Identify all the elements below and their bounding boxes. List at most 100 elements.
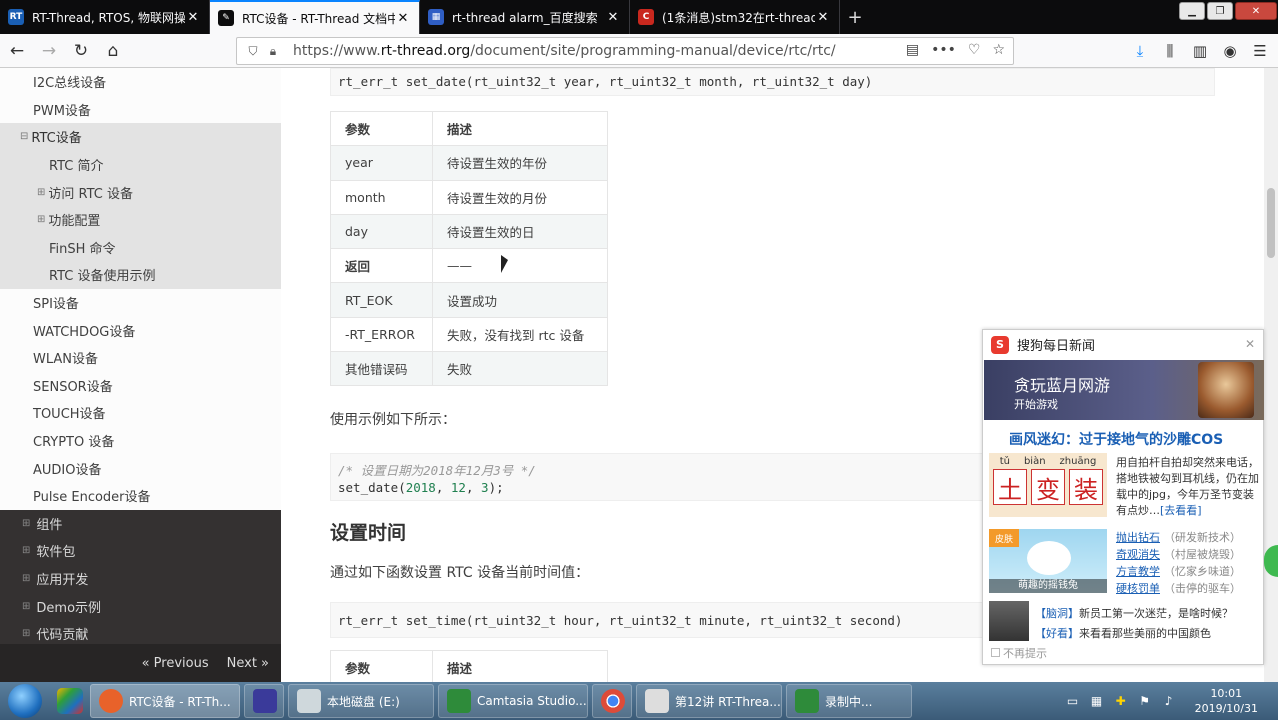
hot-link[interactable]: 硬核罚单 (1116, 582, 1160, 595)
expand-icon: ⊞ (22, 600, 31, 612)
browser-tab-2[interactable]: ✎ RTC设备 - RT-Thread 文档中心 ✕ (210, 0, 420, 34)
table-row: 返回 —— (330, 248, 608, 284)
page-scrollbar[interactable] (1264, 68, 1278, 682)
expand-icon: ⊞ (22, 572, 31, 584)
dont-show-again-checkbox[interactable]: 不再提示 (991, 645, 1050, 661)
skin-thumbnail[interactable]: 皮肤 萌趣的摇钱兔 (989, 529, 1107, 593)
sidebar-toggle-icon[interactable]: ▥ (1188, 38, 1212, 64)
library-icon[interactable]: ⫼ (1158, 38, 1182, 64)
forward-button[interactable]: → (34, 36, 64, 66)
sidebar-item-rtc-intro[interactable]: RTC 简介 (0, 150, 281, 179)
previous-link[interactable]: « Previous (142, 656, 209, 671)
quicklaunch-icon[interactable] (50, 684, 90, 718)
shield-icon[interactable]: ⛉ (243, 44, 263, 59)
back-button[interactable]: ← (2, 36, 32, 66)
download-icon[interactable]: ⤓ (1128, 38, 1152, 64)
security-icon[interactable]: ✚ (1113, 693, 1129, 709)
tab-title: RT-Thread, RTOS, 物联网操作 (32, 10, 185, 25)
home-button[interactable]: ⌂ (98, 36, 128, 66)
taskbar-document[interactable]: 第12讲 RT-Threa... (636, 684, 782, 718)
bookmark-star-icon[interactable]: ☆ (992, 42, 1005, 58)
table-cell: 待设置生效的日 (432, 213, 608, 250)
news-headline[interactable]: 画风迷幻：过于接地气的沙雕COS (1009, 429, 1223, 449)
app-icon (57, 688, 83, 714)
hot-link[interactable]: 方言教学 (1116, 565, 1160, 578)
expand-icon[interactable]: ⊞ (37, 214, 45, 225)
close-icon[interactable]: ✕ (815, 10, 831, 25)
sidebar-item-components[interactable]: ⊞ 组件 (0, 510, 281, 538)
table-cell: RT_EOK (330, 282, 433, 318)
sidebar-item-rtc[interactable]: ⊟ RTC设备 (0, 123, 281, 151)
hot-link[interactable]: 奇观消失 (1116, 548, 1160, 561)
tab-bar: RT RT-Thread, RTOS, 物联网操作 ✕ ✎ RTC设备 - RT… (0, 0, 1278, 34)
menu-icon[interactable]: ☰ (1248, 38, 1272, 64)
sidebar-item-rtc-access[interactable]: ⊞ 访问 RTC 设备 (0, 178, 281, 206)
baidu-icon: ▦ (428, 9, 444, 25)
table-header: 描述 (432, 110, 608, 147)
volume-icon[interactable]: ♪ (1161, 693, 1177, 709)
browser-tab-4[interactable]: C (1条消息)stm32在rt-thread上 ✕ (630, 0, 840, 34)
browser-tab-1[interactable]: RT RT-Thread, RTOS, 物联网操作 ✕ (0, 0, 210, 34)
news-item[interactable]: 【好看】来看看那些美丽的中国颜色 (1035, 625, 1211, 641)
sidebar-item-pwm[interactable]: PWM设备 (0, 95, 281, 124)
system-clock[interactable]: 10:01 2019/10/31 (1195, 686, 1258, 716)
maximize-button[interactable]: ❐ (1207, 2, 1233, 20)
browser-tab-3[interactable]: ▦ rt-thread alarm_百度搜索 ✕ (420, 0, 630, 34)
taskbar-explorer[interactable]: 本地磁盘 (E:) (288, 684, 434, 718)
account-icon[interactable]: ◉ (1218, 38, 1242, 64)
table-row: day 待设置生效的日 (330, 213, 608, 250)
sidebar-item-sensor[interactable]: SENSOR设备 (0, 371, 281, 400)
taskbar-visio[interactable] (244, 684, 284, 718)
sidebar-item-rtc-finsh[interactable]: FinSH 命令 (0, 233, 281, 262)
reader-view-icon[interactable]: ▤ (906, 42, 919, 58)
collapse-icon[interactable]: ⊟ (20, 131, 28, 142)
table-cell: 返回 (330, 248, 433, 284)
sidebar-item-demo[interactable]: ⊞ Demo示例 (0, 592, 281, 620)
expand-icon[interactable]: ⊞ (37, 187, 45, 198)
keyboard-icon[interactable]: ▭ (1065, 693, 1081, 709)
taskbar-camtasia[interactable]: Camtasia Studio... (438, 684, 588, 718)
table-row: -RT_ERROR 失败，没有找到 rtc 设备 (330, 316, 608, 353)
sidebar-item-wlan[interactable]: WLAN设备 (0, 343, 281, 372)
sidebar-item-rtc-config[interactable]: ⊞ 功能配置 (0, 205, 281, 234)
sidebar-item-pulse-encoder[interactable]: Pulse Encoder设备 (0, 481, 281, 510)
game-ad-banner[interactable]: 贪玩蓝月网游 开始游戏 (984, 360, 1264, 420)
news-item[interactable]: 【脑洞】新员工第一次迷茫，是啥时候？ (1035, 605, 1233, 621)
flag-icon[interactable]: ⚑ (1137, 693, 1153, 709)
checkbox-box[interactable] (991, 648, 1000, 657)
new-tab-button[interactable]: + (840, 0, 870, 34)
network-icon[interactable]: ▦ (1089, 693, 1105, 709)
close-icon[interactable]: ✕ (185, 10, 201, 25)
start-button[interactable] (8, 684, 42, 718)
pocket-icon[interactable]: ♡ (968, 42, 981, 58)
article-thumbnail[interactable]: tǔ biàn zhuāng 土 变 装 (989, 453, 1107, 517)
lock-icon[interactable]: 🔒︎ (263, 44, 283, 59)
window-close-button[interactable]: ✕ (1235, 2, 1277, 20)
close-icon[interactable]: ✕ (1245, 337, 1255, 351)
page-actions-icon[interactable]: ••• (931, 42, 956, 58)
reload-button[interactable]: ↻ (66, 36, 96, 66)
minimize-button[interactable]: ▁ (1179, 2, 1205, 20)
close-icon[interactable]: ✕ (605, 10, 621, 25)
next-link[interactable]: Next » (227, 656, 269, 671)
sidebar-item-i2c[interactable]: I2C总线设备 (0, 68, 281, 96)
news-thumbnail[interactable] (989, 601, 1029, 641)
read-more-link[interactable]: [去看看] (1160, 504, 1202, 517)
sidebar-item-rtc-example[interactable]: RTC 设备使用示例 (0, 261, 281, 289)
sidebar-item-packages[interactable]: ⊞ 软件包 (0, 537, 281, 565)
address-bar[interactable]: ⛉ 🔒︎ https://www.rt-thread.org/document/… (236, 37, 1014, 65)
sidebar-item-touch[interactable]: TOUCH设备 (0, 399, 281, 427)
taskbar-firefox[interactable]: RTC设备 - RT-Th... (90, 684, 240, 718)
sidebar-item-watchdog[interactable]: WATCHDOG设备 (0, 316, 281, 344)
taskbar-chrome[interactable] (592, 684, 632, 718)
hot-link[interactable]: 抛出钻石 (1116, 531, 1160, 544)
scrollbar-thumb[interactable] (1267, 188, 1275, 258)
table-cell: -RT_ERROR (330, 316, 433, 353)
sidebar-item-app-dev[interactable]: ⊞ 应用开发 (0, 565, 281, 593)
taskbar-recording[interactable]: 录制中... (786, 684, 912, 718)
sidebar-item-crypto[interactable]: CRYPTO 设备 (0, 426, 281, 455)
url-text[interactable]: https://www.rt-thread.org/document/site/… (293, 43, 836, 59)
sidebar-item-audio[interactable]: AUDIO设备 (0, 454, 281, 482)
close-icon[interactable]: ✕ (395, 11, 411, 26)
sidebar-item-spi[interactable]: SPI设备 (0, 288, 281, 317)
